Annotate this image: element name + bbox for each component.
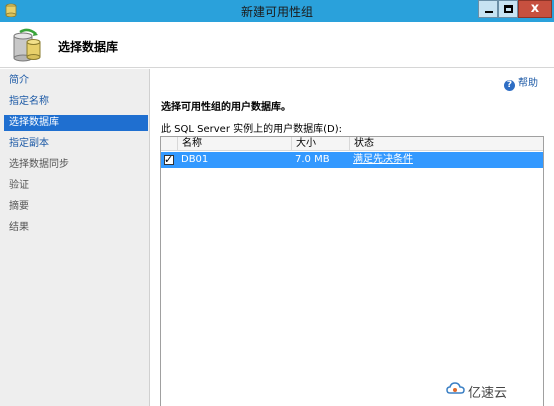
- sidebar-item-select-databases[interactable]: 选择数据库: [4, 115, 148, 131]
- grid-header: 名称 大小 状态: [161, 137, 543, 151]
- database-grid[interactable]: 名称 大小 状态 ✓ DB01 7.0 MB 满足先决条件: [160, 136, 544, 406]
- sidebar-item-specify-replicas[interactable]: 指定副本: [4, 136, 148, 152]
- help-link[interactable]: ? 帮助: [504, 74, 538, 91]
- column-header-select: [161, 137, 177, 151]
- help-label: 帮助: [518, 78, 538, 89]
- minimize-icon: [485, 11, 493, 13]
- sidebar-item-results: 结果: [9, 222, 29, 233]
- cell-name: DB01: [181, 154, 209, 165]
- maximize-icon: [504, 5, 513, 13]
- help-icon: ?: [504, 80, 515, 91]
- title-bar: 新建可用性组 x: [0, 0, 554, 22]
- minimize-button[interactable]: [478, 0, 498, 18]
- cell-size: 7.0 MB: [295, 154, 330, 165]
- close-icon: x: [530, 1, 540, 16]
- sidebar-item-intro[interactable]: 简介: [4, 73, 148, 89]
- row-checkbox[interactable]: ✓: [164, 153, 174, 166]
- sidebar-item-data-sync: 选择数据同步: [9, 159, 69, 170]
- cloud-logo-icon: [446, 382, 465, 394]
- sidebar-item-summary: 摘要: [9, 201, 29, 212]
- window-title: 新建可用性组: [240, 5, 313, 19]
- column-header-name[interactable]: 名称: [177, 137, 291, 151]
- column-header-status[interactable]: 状态: [349, 137, 543, 151]
- sidebar-item-validation: 验证: [9, 180, 29, 191]
- wizard-header: 选择数据库: [0, 22, 554, 68]
- cell-status-link[interactable]: 满足先决条件: [349, 152, 413, 168]
- checkmark-icon: ✓: [164, 153, 174, 166]
- close-button[interactable]: x: [518, 0, 552, 18]
- wizard-main: ? 帮助 选择可用性组的用户数据库。 此 SQL Server 实例上的用户数据库…: [151, 69, 554, 406]
- table-row[interactable]: ✓ DB01 7.0 MB 满足先决条件: [161, 152, 543, 168]
- watermark-text: 亿速云: [468, 386, 508, 401]
- page-title: 选择数据库: [58, 40, 119, 54]
- wizard-sidebar: 简介 指定名称 选择数据库 指定副本 选择数据同步 验证 摘要 结果: [0, 69, 150, 406]
- maximize-button[interactable]: [498, 0, 518, 18]
- watermark: 亿速云: [446, 382, 508, 401]
- column-header-size[interactable]: 大小: [291, 137, 349, 151]
- sidebar-item-specify-name[interactable]: 指定名称: [4, 94, 148, 110]
- database-wizard-icon: [13, 28, 41, 62]
- grid-label: 此 SQL Server 实例上的用户数据库(D):: [161, 124, 342, 135]
- instruction-text: 选择可用性组的用户数据库。: [161, 102, 291, 113]
